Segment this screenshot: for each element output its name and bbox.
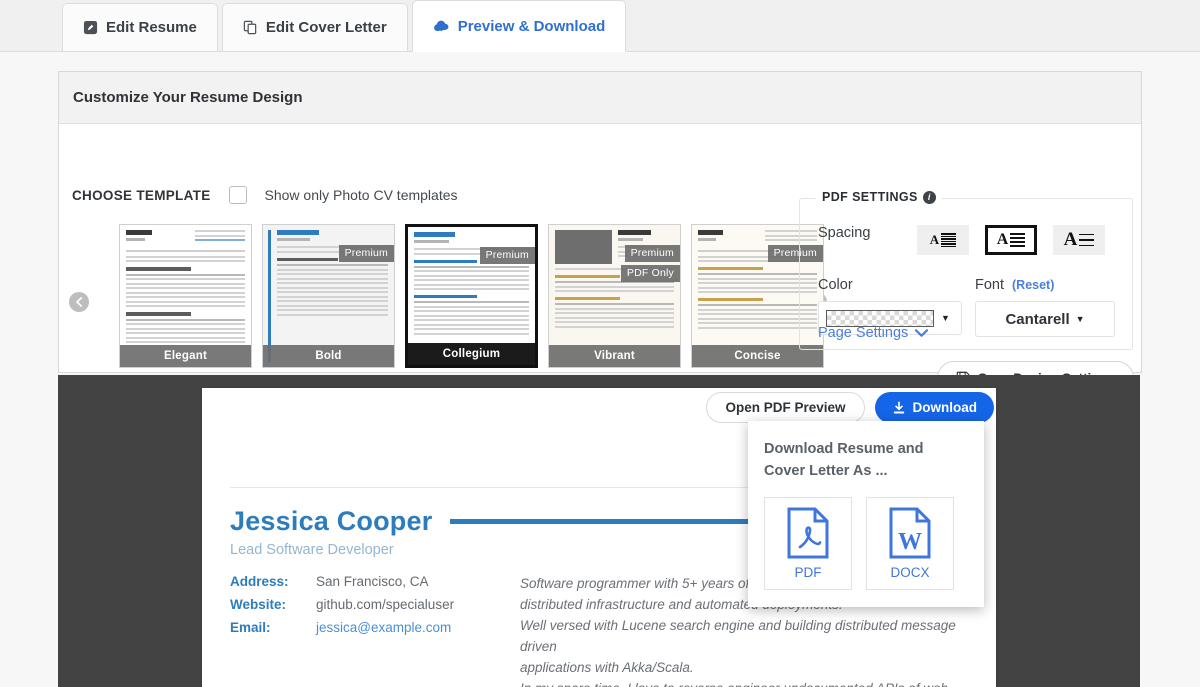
page-settings-toggle[interactable]: Page Settings bbox=[818, 325, 929, 341]
premium-badge: Premium bbox=[624, 245, 680, 262]
color-swatch-transparent bbox=[826, 309, 934, 327]
premium-badge: Premium bbox=[479, 247, 535, 264]
chevron-down-icon: ▼ bbox=[1075, 314, 1085, 324]
tab-label: Preview & Download bbox=[457, 17, 606, 35]
template-card-vibrant[interactable]: Premium PDF Only Vibrant bbox=[548, 224, 681, 368]
pdf-settings-legend: PDF SETTINGS i bbox=[816, 190, 942, 204]
font-label: Font bbox=[975, 277, 1005, 293]
download-option-docx[interactable]: W DOCX bbox=[866, 496, 954, 590]
template-photo-placeholder bbox=[555, 230, 612, 264]
template-card-elegant[interactable]: Elegant bbox=[119, 224, 252, 368]
pdf-settings-title: PDF SETTINGS bbox=[822, 190, 918, 204]
pdf-file-icon bbox=[787, 507, 829, 558]
contact-key: Website: bbox=[230, 597, 287, 612]
pdf-only-badge: PDF Only bbox=[620, 265, 680, 282]
font-select[interactable]: Cantarell ▼ bbox=[975, 301, 1115, 337]
template-carousel: Elegant Premium Bold Premium Collegium P… bbox=[69, 224, 835, 390]
font-field: Font (Reset) Cantarell ▼ bbox=[975, 277, 1115, 337]
template-card-collegium[interactable]: Premium Collegium bbox=[405, 224, 538, 368]
page-settings-label: Page Settings bbox=[818, 325, 909, 341]
template-name: Elegant bbox=[120, 345, 251, 367]
panel-body: CHOOSE TEMPLATE Show only Photo CV templ… bbox=[59, 124, 1141, 395]
letter-a-glyph: A bbox=[1063, 229, 1078, 250]
download-option-label: DOCX bbox=[890, 564, 930, 580]
template-name: Bold bbox=[263, 345, 394, 367]
download-menu-title: Download Resume and Cover Letter As ... bbox=[764, 441, 924, 479]
spacing-label: Spacing bbox=[818, 225, 871, 241]
contact-value-email-link[interactable]: jessica@example.com bbox=[316, 620, 451, 635]
customize-design-panel: Customize Your Resume Design CHOOSE TEMP… bbox=[58, 71, 1142, 395]
color-label: Color bbox=[818, 277, 853, 293]
spacing-option-wide[interactable]: A bbox=[1053, 225, 1105, 255]
app-tab-bar: Edit Resume Edit Cover Letter Preview & … bbox=[0, 0, 1200, 52]
contact-key: Address: bbox=[230, 574, 289, 589]
download-icon bbox=[893, 400, 904, 414]
download-option-label: PDF bbox=[794, 564, 822, 580]
font-value: Cantarell bbox=[1005, 310, 1070, 328]
spacing-row: Spacing A A A bbox=[818, 225, 1122, 255]
contact-key: Email: bbox=[230, 620, 271, 635]
resume-contact-row: Email: jessica@example.com bbox=[230, 620, 520, 635]
pdf-settings-box: PDF SETTINGS i Spacing A A A Color ▼ Fon… bbox=[799, 190, 1133, 350]
download-format-options: PDF W DOCX bbox=[764, 496, 968, 590]
copy-documents-icon bbox=[243, 20, 258, 35]
pencil-square-icon bbox=[83, 20, 98, 35]
template-name: Vibrant bbox=[549, 345, 680, 367]
tab-edit-cover-letter[interactable]: Edit Cover Letter bbox=[221, 3, 408, 51]
chevron-down-icon bbox=[915, 328, 929, 337]
lines-glyph bbox=[941, 233, 957, 247]
preview-action-bar: Open PDF Preview Download bbox=[706, 392, 996, 423]
contact-value: San Francisco, CA bbox=[316, 574, 429, 589]
lines-glyph bbox=[1079, 233, 1095, 247]
download-button[interactable]: Download bbox=[874, 392, 994, 423]
template-name: Collegium bbox=[408, 343, 535, 365]
resume-name: Jessica Cooper bbox=[230, 506, 433, 536]
tab-label: Edit Cover Letter bbox=[265, 19, 387, 36]
cloud-download-icon bbox=[433, 19, 450, 34]
template-card-bold[interactable]: Premium Bold bbox=[262, 224, 395, 368]
lines-glyph bbox=[1010, 233, 1026, 247]
tab-edit-resume[interactable]: Edit Resume bbox=[62, 3, 218, 51]
panel-title: Customize Your Resume Design bbox=[59, 72, 1141, 124]
photo-cv-checkbox-label: Show only Photo CV templates bbox=[264, 187, 458, 203]
carousel-prev-arrow[interactable] bbox=[69, 292, 89, 312]
svg-text:W: W bbox=[898, 529, 922, 555]
resume-contact-row: Website: github.com/specialuser bbox=[230, 597, 520, 612]
open-pdf-preview-button[interactable]: Open PDF Preview bbox=[706, 392, 865, 423]
contact-value: github.com/specialuser bbox=[316, 597, 455, 612]
letter-a-glyph: A bbox=[996, 231, 1009, 248]
font-reset-link[interactable]: (Reset) bbox=[1012, 278, 1054, 292]
info-icon[interactable]: i bbox=[922, 190, 936, 204]
download-format-menu: Download Resume and Cover Letter As ... … bbox=[748, 421, 984, 607]
download-option-pdf[interactable]: PDF bbox=[764, 496, 852, 590]
premium-badge: Premium bbox=[338, 245, 394, 262]
spacing-option-compact[interactable]: A bbox=[917, 225, 969, 255]
template-thumbnail-list: Elegant Premium Bold Premium Collegium P… bbox=[119, 224, 835, 368]
chevron-down-icon: ▼ bbox=[941, 313, 950, 323]
accent-bar bbox=[268, 230, 271, 362]
word-file-icon: W bbox=[889, 507, 931, 558]
preview-and-download-page: Edit Resume Edit Cover Letter Preview & … bbox=[0, 0, 1200, 687]
tab-label: Edit Resume bbox=[106, 19, 197, 36]
spacing-option-normal[interactable]: A bbox=[985, 225, 1037, 255]
spacing-options: A A A bbox=[917, 225, 1105, 255]
letter-a-glyph: A bbox=[929, 232, 940, 247]
resume-contact-list: Address: San Francisco, CA Website: gith… bbox=[230, 574, 520, 687]
choose-template-row: CHOOSE TEMPLATE Show only Photo CV templ… bbox=[72, 186, 458, 204]
download-button-label: Download bbox=[912, 400, 978, 415]
resume-contact-row: Address: San Francisco, CA bbox=[230, 574, 520, 589]
tab-preview-and-download[interactable]: Preview & Download bbox=[411, 0, 627, 52]
photo-cv-checkbox[interactable] bbox=[228, 186, 247, 204]
choose-template-label: CHOOSE TEMPLATE bbox=[72, 187, 211, 203]
